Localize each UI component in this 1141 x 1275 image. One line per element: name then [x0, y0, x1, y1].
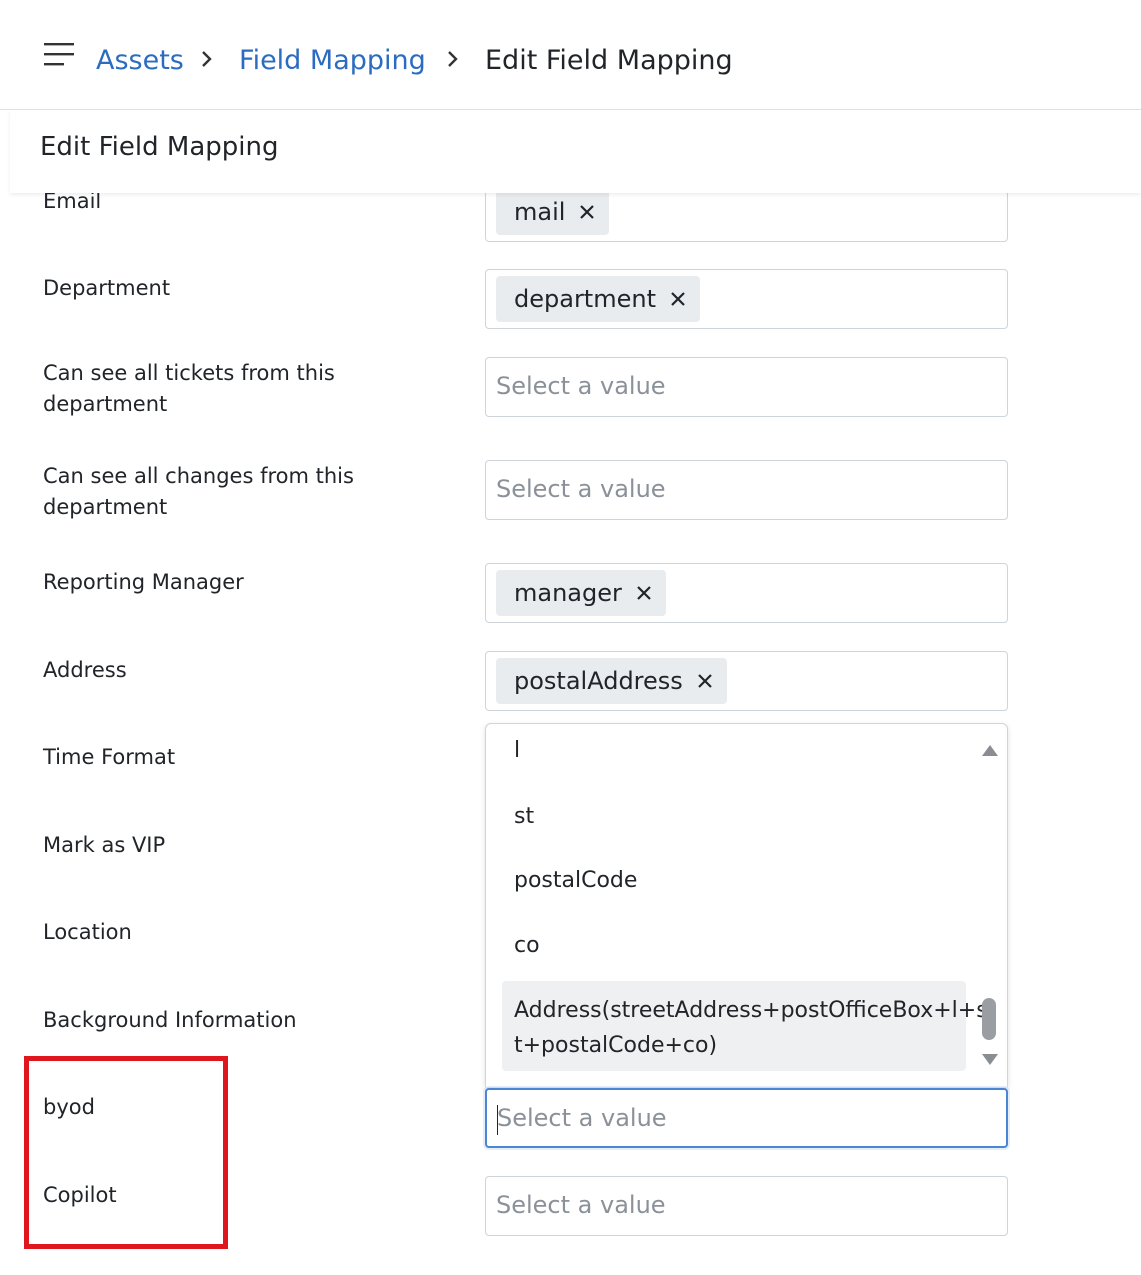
copilot-select[interactable]: Select a value [485, 1176, 1008, 1236]
scrollbar-thumb[interactable] [982, 998, 996, 1040]
label-location: Location [43, 920, 132, 944]
label-mark-vip: Mark as VIP [43, 833, 166, 857]
options-dropdown: l st postalCode co Address(streetAddress… [485, 723, 1008, 1087]
chip-label: department [514, 285, 656, 313]
scroll-down-arrow-icon[interactable] [981, 1052, 999, 1066]
breadcrumb-assets[interactable]: Assets [96, 42, 184, 80]
changes-department-select[interactable]: Select a value [485, 460, 1008, 520]
option-text-line: Address(streetAddress+postOfficeBox+l+s [514, 998, 988, 1023]
dropdown-option-highlighted[interactable]: Address(streetAddress+postOfficeBox+l+s … [502, 981, 988, 1071]
top-bar: Assets Field Mapping Edit Field Mapping [0, 0, 1141, 110]
label-time-format: Time Format [43, 745, 176, 769]
annotation-highlight-box [24, 1056, 228, 1249]
reporting-manager-field[interactable]: manager [485, 563, 1008, 623]
close-icon[interactable] [579, 204, 595, 220]
chip: postalAddress [496, 658, 727, 704]
placeholder: Select a value [496, 372, 666, 400]
menu-icon[interactable] [44, 42, 76, 68]
label-background-information: Background Information [43, 1008, 297, 1032]
section-header: Edit Field Mapping [10, 110, 1141, 193]
scroll-up-arrow-icon[interactable] [981, 744, 999, 758]
label-tickets-department: Can see all tickets from this department [43, 361, 335, 416]
breadcrumb-field-mapping[interactable]: Field Mapping [239, 42, 426, 80]
dropdown-option[interactable]: postalCode [514, 868, 637, 893]
label-changes-department: Can see all changes from this department [43, 464, 354, 519]
tickets-department-select[interactable]: Select a value [485, 357, 1008, 417]
label-department: Department [43, 276, 171, 300]
chevron-right-icon [448, 51, 458, 67]
chip: manager [496, 570, 666, 616]
address-field[interactable]: postalAddress [485, 651, 1008, 711]
chip-label: manager [514, 579, 622, 607]
dropdown-option[interactable]: st [514, 804, 534, 829]
label-address: Address [43, 658, 127, 682]
option-text-line: t+postalCode+co) [514, 1033, 718, 1058]
label-reporting-manager: Reporting Manager [43, 570, 244, 594]
section-title: Edit Field Mapping [40, 132, 279, 162]
placeholder: Select a value [496, 475, 666, 503]
close-icon[interactable] [670, 291, 686, 307]
chip-label: mail [514, 198, 566, 226]
department-field[interactable]: department [485, 269, 1008, 329]
placeholder: Select a value [497, 1104, 667, 1132]
byod-select[interactable]: Select a value [485, 1088, 1008, 1148]
breadcrumb-current: Edit Field Mapping [485, 45, 733, 76]
dropdown-option[interactable]: co [514, 933, 540, 958]
chip: mail [496, 189, 610, 235]
close-icon[interactable] [636, 585, 652, 601]
placeholder: Select a value [496, 1191, 666, 1219]
dropdown-option[interactable]: l [514, 738, 520, 763]
chevron-right-icon [202, 51, 212, 67]
form-content: Edit Field Mapping Email mail Department… [0, 110, 1141, 1275]
chip: department [496, 276, 700, 322]
close-icon[interactable] [697, 673, 713, 689]
chip-label: postalAddress [514, 667, 683, 695]
